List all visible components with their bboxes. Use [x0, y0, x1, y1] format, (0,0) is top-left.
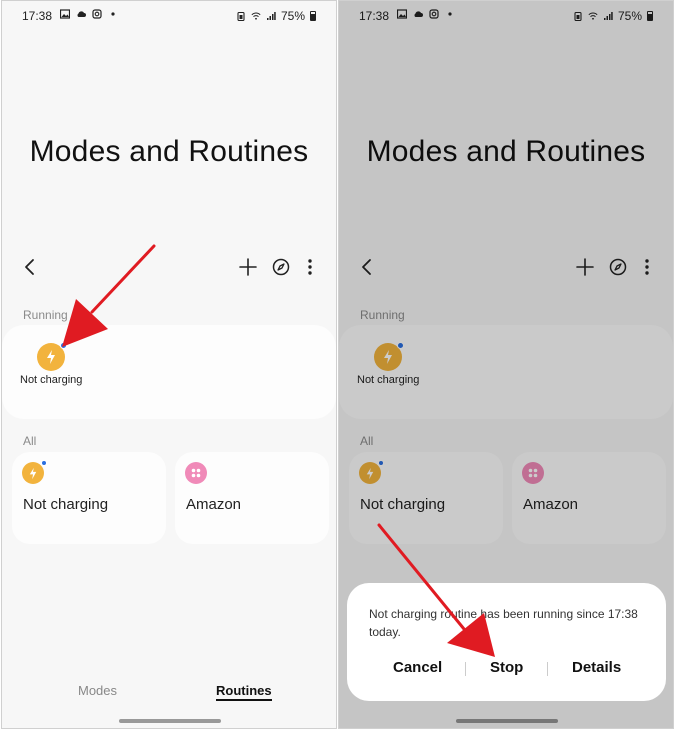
tab-routines[interactable]: Routines [216, 683, 272, 701]
running-indicator-dot [378, 460, 384, 466]
dot-icon [448, 12, 452, 16]
lightning-icon [384, 350, 392, 364]
status-time: 17:38 [22, 9, 53, 23]
compass-icon [272, 258, 290, 276]
home-indicator[interactable] [456, 719, 558, 723]
bottom-nav: Modes Routines [2, 681, 336, 705]
page-title: Modes and Routines [29, 135, 309, 168]
discover-button[interactable] [606, 255, 630, 279]
running-section-label: Running [23, 308, 68, 322]
running-routine-label: Not charging [20, 374, 83, 386]
battery-percent: 75% [617, 9, 642, 23]
grid-dots-icon [185, 462, 207, 484]
system-icons: 75% [236, 9, 316, 23]
signal-icon [603, 12, 613, 20]
routine-card-label: Not charging [23, 496, 109, 513]
routine-card-not-charging[interactable]: Not charging [12, 452, 166, 544]
back-button[interactable] [18, 255, 42, 279]
battery-icon [310, 11, 316, 21]
all-section-label: All [23, 434, 37, 448]
compass-icon [609, 258, 627, 276]
all-section-label: All [360, 434, 374, 448]
wifi-icon [588, 12, 598, 20]
add-routine-button[interactable] [573, 255, 597, 279]
plus-icon [239, 258, 257, 276]
more-vertical-icon [645, 259, 649, 275]
running-section-label: Running [360, 308, 405, 322]
routine-card-label: Not charging [360, 496, 446, 513]
divider [465, 662, 466, 676]
lightning-icon [22, 460, 47, 484]
running-indicator-dot [397, 342, 404, 349]
lightning-icon [47, 350, 55, 364]
running-indicator-dot [41, 460, 47, 466]
running-indicator-dot [60, 342, 67, 349]
screen-left: 17:38 75% Modes and Routines Running Not… [1, 0, 337, 729]
system-icons: 75% [573, 9, 653, 23]
screen-right: 17:38 75% Modes and Routines Running Not… [338, 0, 674, 729]
chevron-left-icon [362, 259, 371, 275]
instagram-icon [429, 9, 439, 19]
running-routine-not-charging[interactable] [374, 342, 404, 371]
more-vertical-icon [308, 259, 312, 275]
notification-icons [397, 9, 455, 19]
signal-icon [266, 12, 276, 20]
routine-card-label: Amazon [186, 496, 242, 513]
instagram-icon [92, 9, 102, 19]
wifi-icon [251, 12, 261, 20]
running-routine-not-charging[interactable] [37, 342, 67, 371]
status-time: 17:38 [359, 9, 390, 23]
routine-card-amazon[interactable]: Amazon [512, 452, 666, 544]
battery-saver-icon [574, 11, 582, 21]
routine-card-not-charging[interactable]: Not charging [349, 452, 503, 544]
chevron-left-icon [25, 259, 34, 275]
status-bar: 17:38 75% [339, 1, 673, 31]
more-options-button[interactable] [635, 255, 659, 279]
toolbar [2, 251, 336, 283]
discover-button[interactable] [269, 255, 293, 279]
lightning-icon [359, 460, 384, 484]
routine-card-amazon[interactable]: Amazon [175, 452, 329, 544]
routine-card-label: Amazon [523, 496, 579, 513]
stop-button[interactable]: Stop [490, 659, 523, 676]
dialog-message: Not charging routine has been running si… [369, 607, 638, 639]
add-routine-button[interactable] [236, 255, 260, 279]
more-options-button[interactable] [298, 255, 322, 279]
running-routine-label: Not charging [357, 374, 420, 386]
battery-icon [647, 11, 653, 21]
cancel-button[interactable]: Cancel [393, 659, 442, 676]
details-button[interactable]: Details [572, 659, 621, 676]
toolbar [339, 251, 673, 283]
stop-routine-dialog: Not charging routine has been running si… [347, 583, 666, 701]
gallery-icon [60, 9, 70, 19]
notification-icons [60, 9, 118, 19]
home-indicator[interactable] [119, 719, 221, 723]
battery-percent: 75% [280, 9, 305, 23]
divider [547, 662, 548, 676]
grid-dots-icon [522, 462, 544, 484]
cloud-icon [77, 11, 86, 17]
status-bar: 17:38 75% [2, 1, 336, 31]
plus-icon [576, 258, 594, 276]
dot-icon [111, 12, 115, 16]
running-card [2, 325, 336, 419]
cloud-icon [414, 11, 423, 17]
page-title: Modes and Routines [366, 135, 646, 168]
tab-modes[interactable]: Modes [78, 683, 117, 698]
battery-saver-icon [237, 11, 245, 21]
back-button[interactable] [355, 255, 379, 279]
running-card [339, 325, 673, 419]
gallery-icon [397, 9, 407, 19]
